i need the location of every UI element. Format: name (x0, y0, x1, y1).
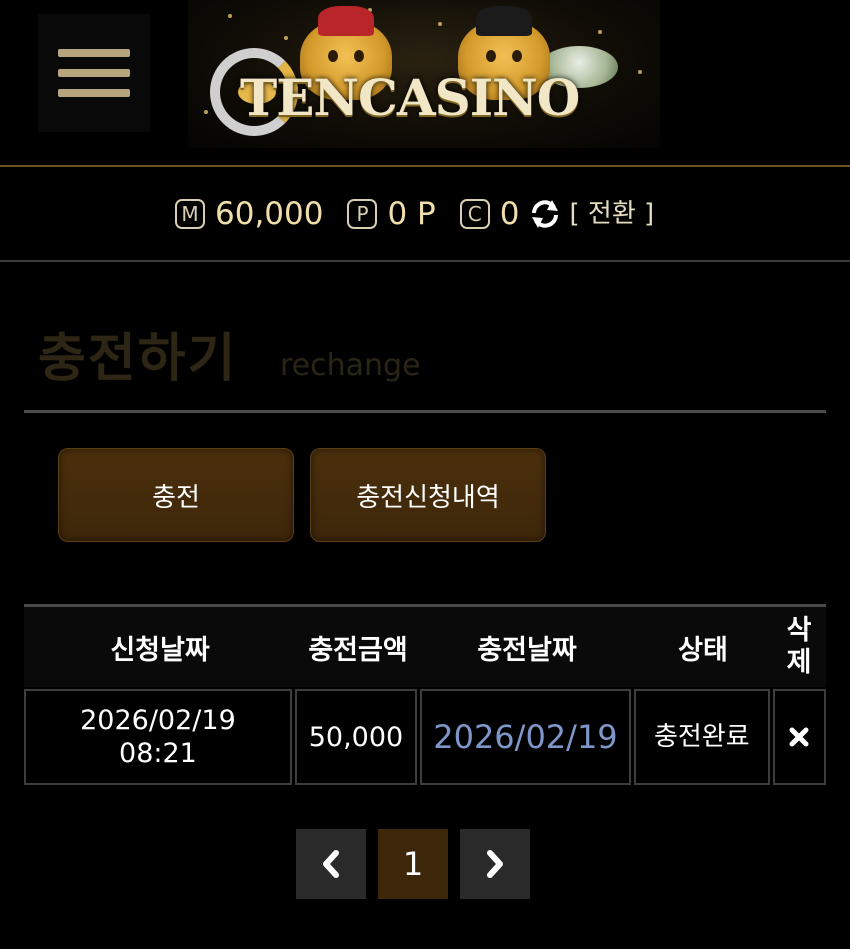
column-header-charge-date: 충전날짜 (477, 634, 577, 666)
charge-date-cell[interactable]: 2026/02/19 (420, 689, 631, 785)
pagination: 1 (296, 829, 530, 899)
status-text: 충전완료 (653, 722, 750, 752)
money-balance: 60,000 (215, 196, 324, 232)
page-subtitle: rechange (280, 348, 421, 383)
switch-button[interactable]: [ 전환 ] (570, 195, 655, 233)
table-header-row: 신청날짜 충전금액 충전날짜 상태 삭제 삭제 (24, 607, 826, 687)
header: TENCASINO (0, 0, 850, 167)
amount-cell: 50,000 (294, 689, 418, 785)
logo-text: TENCASINO (240, 68, 580, 127)
menu-button[interactable] (38, 14, 150, 132)
charge-history-table: 신청날짜 충전금액 충전날짜 상태 삭제 삭제 2026/02/19 08:21… (24, 604, 826, 785)
chevron-right-icon (487, 850, 503, 878)
hamburger-menu-icon-bar (58, 89, 130, 97)
page-title: 충전하기 (38, 329, 238, 389)
charge-history-button[interactable]: 충전신청내역 (310, 448, 546, 542)
prev-page-button[interactable] (296, 829, 366, 899)
chevron-left-icon (323, 850, 339, 878)
close-icon (789, 727, 809, 747)
column-header-amount: 충전금액 (308, 634, 408, 666)
column-header-request-date: 신청날짜 (110, 634, 210, 666)
casino-balance: 0 (499, 196, 520, 232)
money-badge-icon: M (175, 199, 205, 229)
hamburger-menu-icon-bar (58, 69, 130, 77)
request-time: 08:21 (119, 738, 197, 769)
balance-bar: M 60,000 P 0 P C 0 [ 전환 ] (0, 167, 850, 262)
request-date: 2026/02/19 (80, 705, 236, 736)
casino-badge-icon: C (459, 199, 490, 229)
request-datetime-cell: 2026/02/19 08:21 (24, 689, 292, 785)
refresh-icon[interactable] (528, 197, 562, 231)
site-logo[interactable]: TENCASINO (188, 0, 660, 148)
next-page-button[interactable] (460, 829, 530, 899)
column-header-delete: 삭제 삭제 (786, 615, 812, 678)
hamburger-menu-icon (58, 49, 130, 57)
point-balance: 0 P (387, 196, 436, 232)
delete-button[interactable] (772, 689, 826, 785)
column-header-status: 상태 (678, 634, 728, 666)
point-badge-icon: P (347, 199, 378, 229)
page-number-current[interactable]: 1 (378, 829, 448, 899)
charge-button[interactable]: 충전 (58, 448, 294, 542)
table-row: 2026/02/19 08:21 50,000 2026/02/19 충전완료 (24, 689, 826, 785)
page-title-section: 충전하기 rechange (24, 310, 826, 413)
status-cell: 충전완료 (633, 689, 770, 785)
